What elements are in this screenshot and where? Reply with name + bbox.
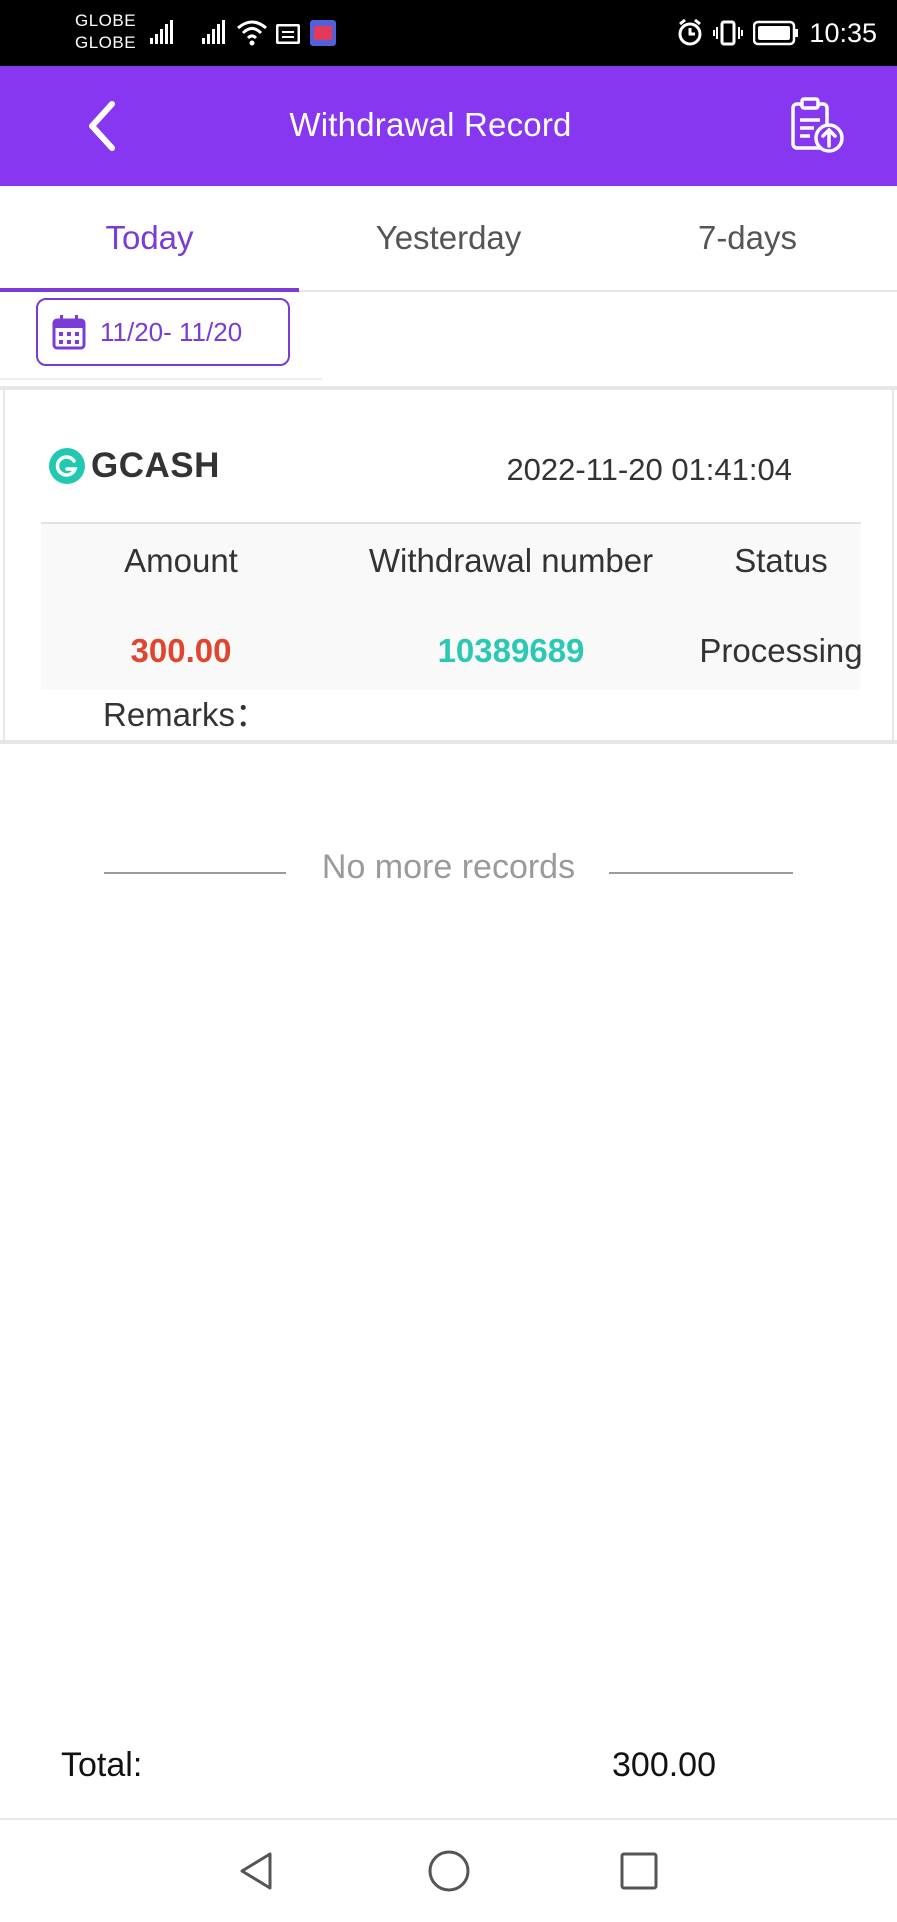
clipboard-upload-icon [791, 97, 844, 153]
status-bar: GLOBE GLOBE 10:35 [0, 0, 897, 66]
period-tabs: Today Yesterday 7-days [0, 186, 897, 292]
upload-record-button[interactable] [787, 96, 847, 156]
nav-recents-button[interactable] [614, 1846, 664, 1896]
divider-right [609, 872, 793, 874]
message-icon [276, 24, 300, 44]
tab-yesterday[interactable]: Yesterday [299, 186, 598, 290]
carriers: GLOBE GLOBE [75, 10, 136, 54]
date-range-label: 11/20- 11/20 [100, 316, 243, 347]
signal-icon [150, 20, 173, 44]
payment-channel: GCASH [49, 446, 220, 486]
column-header-amount: Amount [124, 542, 238, 579]
page-title: Withdrawal Record [289, 106, 572, 143]
gcash-logo-icon [49, 448, 85, 484]
divider [0, 378, 322, 380]
withdrawal-number-value: 10389689 [437, 632, 585, 669]
withdrawal-record-card[interactable]: GCASH 2022-11-20 01:41:04 Amount Withdra… [0, 386, 897, 744]
date-range-picker[interactable]: 11/20- 11/20 [36, 298, 290, 366]
record-datetime: 2022-11-20 01:41:04 [506, 452, 792, 487]
total-value: 300.00 [612, 1746, 716, 1784]
square-recents-icon [620, 1852, 658, 1890]
total-label: Total: [61, 1746, 143, 1784]
circle-home-icon [428, 1850, 470, 1892]
status-value: Processing [699, 632, 863, 669]
nav-back-button[interactable] [232, 1846, 282, 1896]
calendar-icon [52, 315, 86, 350]
battery-icon [753, 20, 799, 46]
column-header-status: Status [734, 542, 828, 579]
app-header: Withdrawal Record [0, 66, 897, 186]
amount-value: 300.00 [130, 632, 232, 669]
gcash-mark-icon [55, 455, 78, 477]
remarks-label: Remarks： [103, 696, 269, 733]
wifi-icon [237, 20, 267, 46]
clock: 10:35 [809, 17, 877, 48]
end-of-list-message: No more records [321, 848, 576, 886]
tab-7-days[interactable]: 7-days [598, 186, 897, 290]
tab-today[interactable]: Today [0, 186, 299, 292]
app-notification-icon [310, 20, 336, 46]
system-nav-bar [0, 1818, 897, 1922]
record-details-table: Amount Withdrawal number Status 300.00 1… [41, 522, 863, 690]
signal-icon [202, 20, 225, 44]
channel-name: GCASH [91, 446, 220, 485]
vibrate-icon [713, 20, 744, 46]
carrier-2: GLOBE [75, 33, 137, 52]
carrier-1: GLOBE [75, 11, 137, 30]
card-body: GCASH 2022-11-20 01:41:04 Amount Withdra… [3, 390, 894, 740]
status-right: 10:35 [677, 0, 877, 66]
nav-home-button[interactable] [424, 1846, 474, 1896]
alarm-icon [678, 19, 702, 46]
column-header-withdrawal-number: Withdrawal number [368, 542, 654, 579]
triangle-back-icon [240, 1852, 272, 1890]
